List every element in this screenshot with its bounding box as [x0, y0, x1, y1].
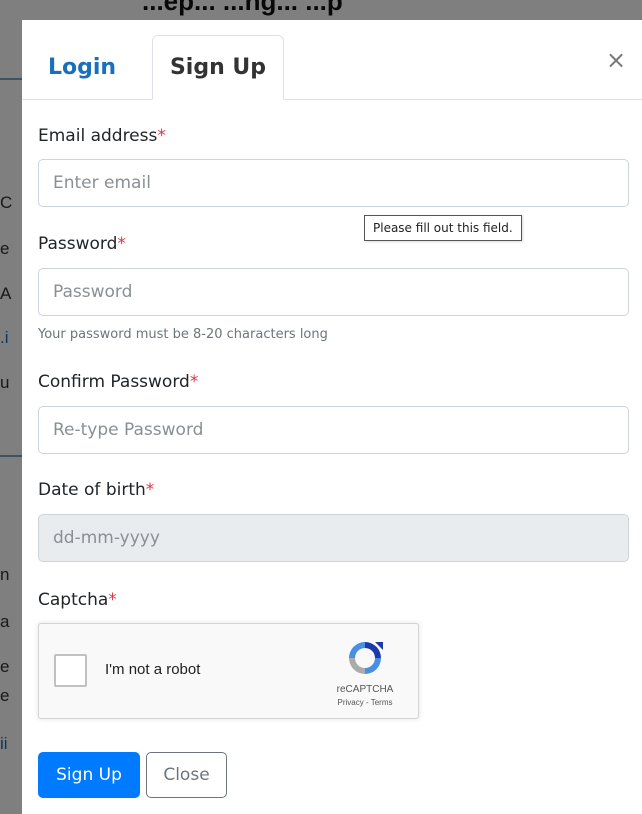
dob-label: Date of birth* — [38, 480, 155, 500]
email-label: Email address* — [38, 126, 166, 146]
captcha-label: Captcha* — [38, 590, 117, 610]
signup-modal: Login Sign Up × Email address* Please fi… — [22, 20, 642, 814]
close-button[interactable]: Close — [146, 752, 227, 798]
signup-button[interactable]: Sign Up — [38, 752, 140, 798]
validation-tooltip: Please fill out this field. — [364, 215, 522, 241]
tab-signup[interactable]: Sign Up — [152, 35, 284, 100]
password-help-text: Your password must be 8-20 characters lo… — [38, 327, 328, 342]
modal-tabs: Login Sign Up × — [22, 20, 642, 100]
email-field[interactable] — [38, 159, 629, 207]
required-mark: * — [189, 372, 199, 392]
required-mark: * — [145, 480, 155, 500]
tab-login[interactable]: Login — [22, 35, 142, 99]
recaptcha-logo-icon — [349, 642, 383, 674]
password-label: Password* — [38, 234, 126, 254]
recaptcha-label: I'm not a robot — [105, 661, 201, 678]
required-mark: * — [157, 126, 166, 146]
dob-field[interactable] — [38, 514, 629, 562]
close-icon[interactable]: × — [606, 48, 626, 72]
confirm-password-label: Confirm Password* — [38, 372, 199, 392]
confirm-password-field[interactable] — [38, 406, 629, 454]
password-field[interactable] — [38, 268, 629, 316]
required-mark: * — [117, 234, 126, 254]
recaptcha-privacy-terms[interactable]: Privacy - Terms — [325, 698, 405, 707]
recaptcha-brand: reCAPTCHA — [336, 684, 394, 695]
recaptcha-checkbox[interactable] — [54, 654, 87, 687]
recaptcha-widget: I'm not a robot reCAPTCHA Privacy - Term… — [38, 623, 419, 719]
required-mark: * — [108, 590, 117, 610]
